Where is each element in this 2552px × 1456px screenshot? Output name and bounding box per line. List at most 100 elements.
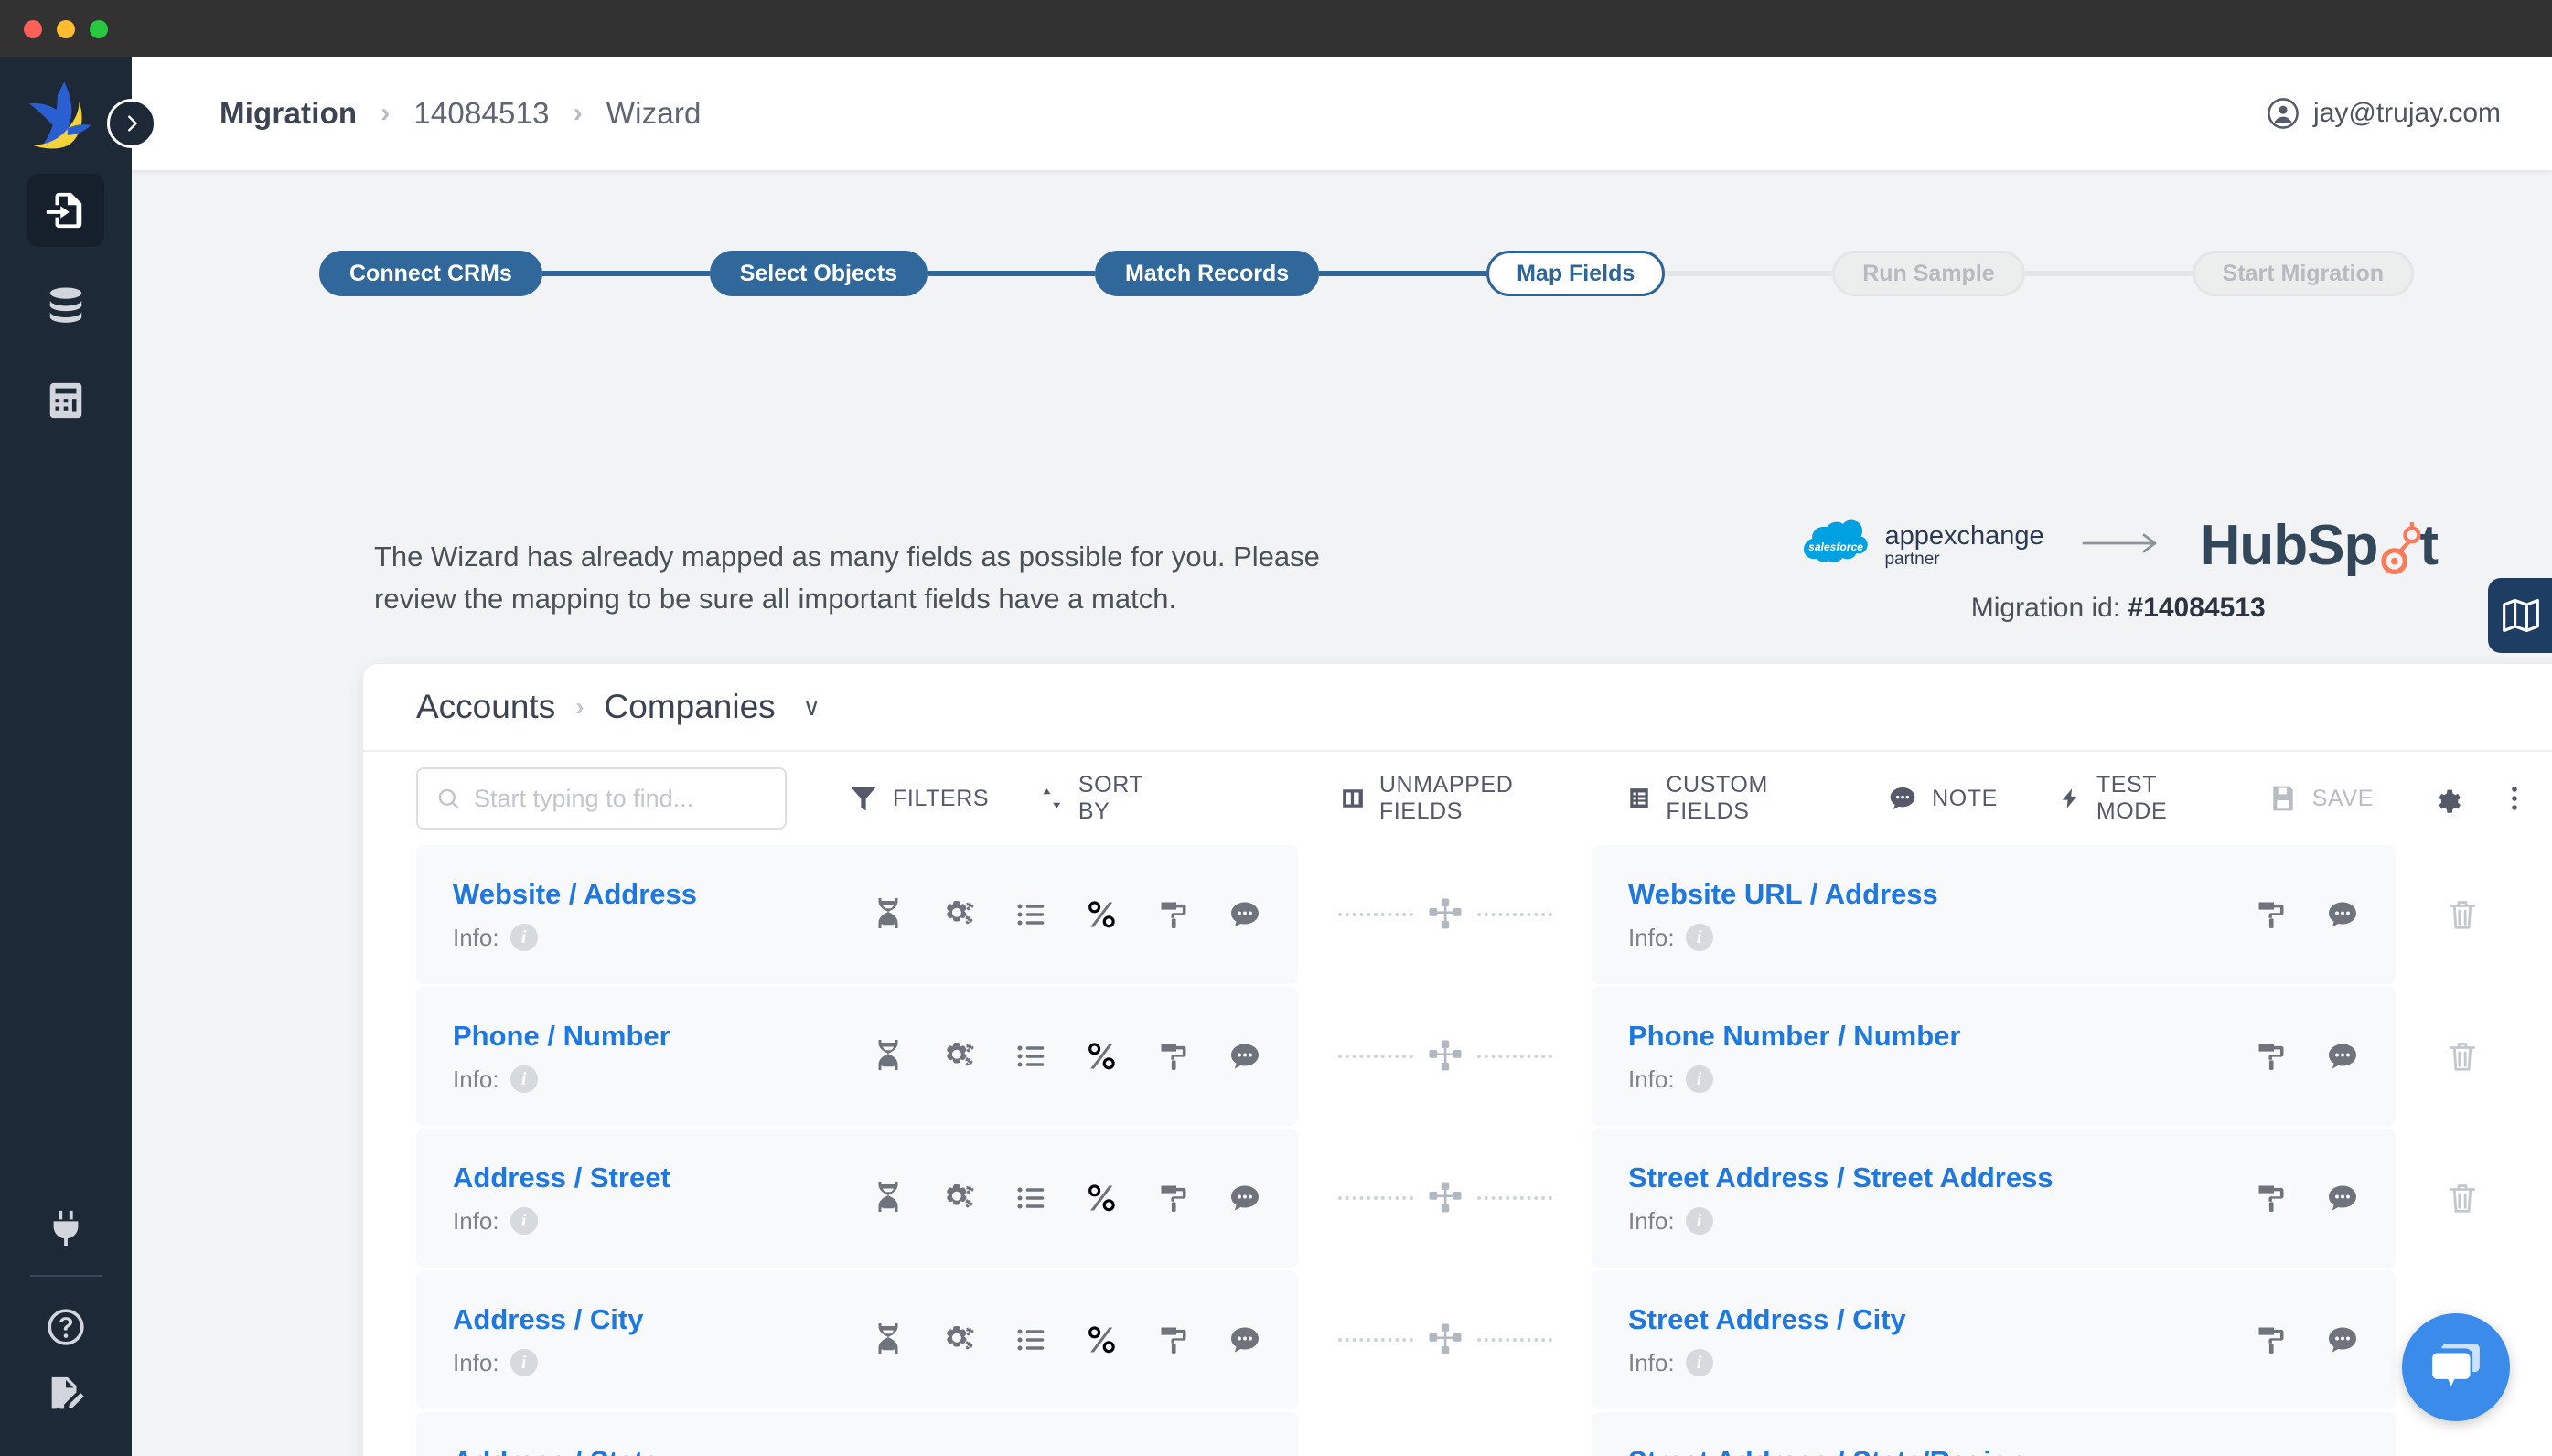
- list-icon[interactable]: [1014, 898, 1047, 931]
- comment-icon[interactable]: [2326, 1182, 2359, 1215]
- sidebar-collapse-button[interactable]: [107, 99, 156, 148]
- target-field-name[interactable]: Street Address / Street Address: [1628, 1162, 2053, 1194]
- custom-fields-button[interactable]: CUSTOM FIELDS: [1627, 772, 1822, 825]
- breadcrumb-item-migration[interactable]: Migration: [220, 96, 357, 131]
- info-icon[interactable]: i: [1686, 1349, 1713, 1376]
- paint-roller-icon[interactable]: [2255, 1323, 2288, 1356]
- source-field-name[interactable]: Website / Address: [453, 878, 697, 911]
- more-options-button[interactable]: [2500, 784, 2529, 813]
- comment-icon[interactable]: [2326, 1323, 2359, 1356]
- maximize-window-button[interactable]: [90, 20, 108, 38]
- target-field-name[interactable]: Street Address / State/Region: [1628, 1445, 2026, 1456]
- dna-icon[interactable]: [872, 898, 905, 931]
- sidebar-item-integrations[interactable]: [27, 1194, 104, 1262]
- search-field-wrapper[interactable]: [416, 767, 787, 830]
- filters-button[interactable]: FILTERS: [849, 784, 989, 813]
- close-window-button[interactable]: [24, 20, 42, 38]
- breadcrumb-item-id[interactable]: 14084513: [413, 96, 549, 131]
- unmapped-fields-button[interactable]: UNMAPPED FIELDS: [1341, 772, 1562, 825]
- percent-icon[interactable]: [1086, 898, 1119, 931]
- step-connect-crms[interactable]: Connect CRMs: [319, 251, 542, 296]
- source-field-cell[interactable]: Address / CityInfo:i: [416, 1270, 1298, 1409]
- trash-icon[interactable]: [2445, 1038, 2480, 1075]
- settings-button[interactable]: [2432, 784, 2461, 813]
- dna-icon[interactable]: [872, 1182, 905, 1215]
- paint-roller-icon[interactable]: [2255, 898, 2288, 931]
- gears-icon[interactable]: [943, 1323, 976, 1356]
- comment-icon[interactable]: [2326, 898, 2359, 931]
- chevron-down-icon[interactable]: ∨: [803, 693, 820, 722]
- sidebar-item-contract[interactable]: [27, 1361, 104, 1429]
- target-field-name[interactable]: Street Address / City: [1628, 1303, 1906, 1336]
- step-match-records[interactable]: Match Records: [1095, 251, 1319, 296]
- source-field-cell[interactable]: Website / AddressInfo:i: [416, 845, 1298, 984]
- comment-icon[interactable]: [1228, 1182, 1261, 1215]
- sitemap-icon[interactable]: [1426, 895, 1464, 934]
- trujay-bird-logo[interactable]: [24, 77, 108, 152]
- sidebar-item-migration[interactable]: [27, 174, 104, 247]
- comment-icon[interactable]: [2326, 1040, 2359, 1073]
- info-icon[interactable]: i: [510, 1065, 538, 1093]
- source-field-name[interactable]: Address / Street: [453, 1162, 670, 1194]
- save-button[interactable]: SAVE: [2268, 784, 2374, 813]
- source-field-cell[interactable]: Phone / NumberInfo:i: [416, 987, 1298, 1126]
- search-input[interactable]: [474, 785, 767, 813]
- dna-icon[interactable]: [872, 1040, 905, 1073]
- breadcrumb-item-wizard[interactable]: Wizard: [606, 96, 702, 131]
- field-map-tab[interactable]: [2488, 578, 2552, 653]
- list-icon[interactable]: [1014, 1323, 1047, 1356]
- paint-roller-icon[interactable]: [1157, 1040, 1190, 1073]
- gears-icon[interactable]: [943, 1182, 976, 1215]
- sitemap-icon[interactable]: [1426, 1179, 1464, 1217]
- info-icon[interactable]: i: [1686, 924, 1713, 951]
- source-field-name[interactable]: Address / State: [453, 1445, 659, 1456]
- test-mode-button[interactable]: TEST MODE: [2058, 772, 2208, 825]
- source-field-name[interactable]: Phone / Number: [453, 1020, 670, 1053]
- sidebar-item-database[interactable]: [27, 269, 104, 342]
- sort-by-button[interactable]: SORT BY: [1040, 772, 1162, 825]
- paint-roller-icon[interactable]: [1157, 898, 1190, 931]
- percent-icon[interactable]: [1086, 1323, 1119, 1356]
- note-button[interactable]: NOTE: [1888, 784, 1998, 813]
- comment-icon[interactable]: [1228, 1323, 1261, 1356]
- minimize-window-button[interactable]: [57, 20, 75, 38]
- sitemap-icon[interactable]: [1426, 1037, 1464, 1076]
- sitemap-icon[interactable]: [1426, 1321, 1464, 1359]
- target-field-cell[interactable]: Street Address / Street AddressInfo:i: [1592, 1129, 2396, 1268]
- target-field-cell[interactable]: Street Address / State/RegionInfo:i: [1592, 1412, 2396, 1456]
- info-icon[interactable]: i: [510, 1349, 538, 1376]
- comment-icon[interactable]: [1228, 1040, 1261, 1073]
- comment-icon[interactable]: [1228, 898, 1261, 931]
- target-field-cell[interactable]: Phone Number / NumberInfo:i: [1592, 987, 2396, 1126]
- paint-roller-icon[interactable]: [1157, 1323, 1190, 1356]
- list-icon[interactable]: [1014, 1182, 1047, 1215]
- target-field-cell[interactable]: Website URL / AddressInfo:i: [1592, 845, 2396, 984]
- gears-icon[interactable]: [943, 898, 976, 931]
- chat-widget-button[interactable]: [2402, 1313, 2510, 1421]
- step-map-fields[interactable]: Map Fields: [1486, 251, 1665, 296]
- trash-icon[interactable]: [2445, 1180, 2480, 1216]
- info-icon[interactable]: i: [1686, 1065, 1713, 1093]
- target-field-name[interactable]: Phone Number / Number: [1628, 1020, 1960, 1053]
- target-object-name[interactable]: Companies: [605, 688, 776, 726]
- step-start-migration[interactable]: Start Migration: [2193, 251, 2414, 296]
- percent-icon[interactable]: [1086, 1040, 1119, 1073]
- info-icon[interactable]: i: [1686, 1207, 1713, 1235]
- target-field-cell[interactable]: Street Address / CityInfo:i: [1592, 1270, 2396, 1409]
- step-run-sample[interactable]: Run Sample: [1832, 251, 2024, 296]
- source-field-cell[interactable]: Address / StateInfo:i: [416, 1412, 1298, 1456]
- source-field-cell[interactable]: Address / StreetInfo:i: [416, 1129, 1298, 1268]
- step-select-objects[interactable]: Select Objects: [710, 251, 928, 296]
- source-object-name[interactable]: Accounts: [416, 688, 555, 726]
- list-icon[interactable]: [1014, 1040, 1047, 1073]
- percent-icon[interactable]: [1086, 1182, 1119, 1215]
- info-icon[interactable]: i: [510, 924, 538, 951]
- user-menu[interactable]: jay@trujay.com: [2268, 98, 2501, 129]
- paint-roller-icon[interactable]: [2255, 1040, 2288, 1073]
- paint-roller-icon[interactable]: [2255, 1182, 2288, 1215]
- source-field-name[interactable]: Address / City: [453, 1303, 643, 1336]
- gears-icon[interactable]: [943, 1040, 976, 1073]
- trash-icon[interactable]: [2445, 896, 2480, 933]
- dna-icon[interactable]: [872, 1323, 905, 1356]
- sidebar-item-help[interactable]: [27, 1293, 104, 1361]
